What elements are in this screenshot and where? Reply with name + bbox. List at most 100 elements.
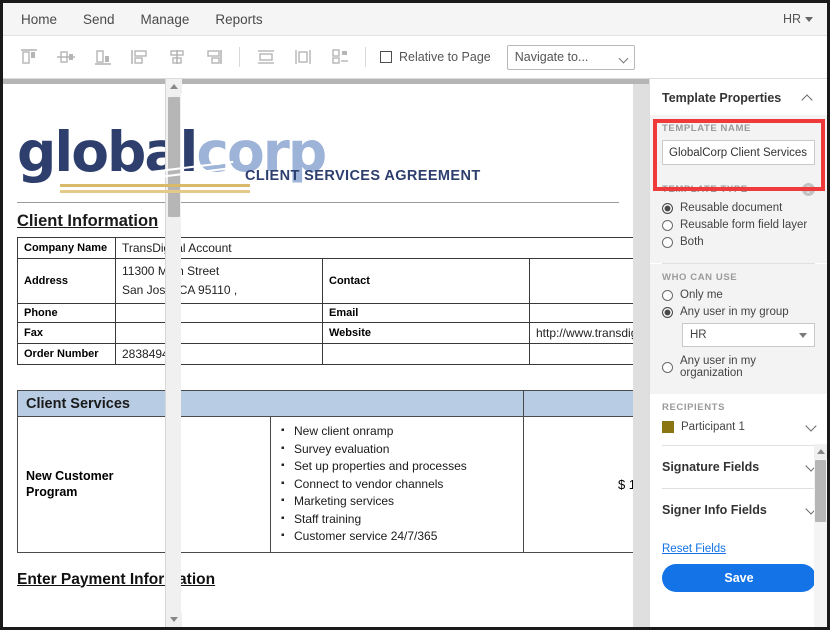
top-navigation-bar: Home Send Manage Reports HR (3, 3, 827, 36)
chevron-down-icon[interactable] (805, 419, 817, 432)
cell-value-address[interactable]: 11300 Main Street San Jose, CA 95110 , (115, 258, 323, 304)
recipients-caption: RECIPIENTS (662, 402, 815, 413)
cell-label-website: Website (322, 322, 530, 344)
scroll-down-arrow-icon[interactable] (166, 612, 182, 627)
cell-value-phone[interactable] (115, 303, 323, 323)
align-bottom-icon[interactable] (86, 42, 119, 72)
radio-label: Only me (680, 289, 723, 301)
align-right-icon[interactable] (197, 42, 230, 72)
address-line-2: San Jose, CA 95110 , (122, 283, 238, 297)
cell-value-fax[interactable] (115, 322, 323, 344)
nav-item-home[interactable]: Home (8, 3, 70, 36)
application-window: Home Send Manage Reports HR Relative to … (0, 0, 830, 630)
scroll-up-arrow-icon[interactable] (814, 444, 827, 459)
save-button[interactable]: Save (662, 564, 816, 592)
navigate-to-select[interactable]: Navigate to... (506, 44, 635, 70)
table-header-row: Client Services Investment (17, 390, 633, 417)
nav-item-manage[interactable]: Manage (128, 3, 203, 36)
table-row: Fax Website http://www.transdigitalcorp.… (17, 322, 633, 344)
recipients-group: RECIPIENTS Participant 1 (650, 394, 827, 445)
checkbox-box-icon (380, 51, 392, 63)
client-services-table: Client Services Investment New Customer … (17, 390, 633, 553)
cell-label-email: Email (322, 303, 530, 323)
document-scrollbar[interactable] (165, 79, 182, 627)
panel-scrollbar[interactable] (814, 444, 827, 627)
signer-info-fields-accordion[interactable]: Signer Info Fields (650, 489, 827, 531)
radio-both[interactable]: Both (662, 236, 815, 248)
template-type-caption: TEMPLATE TYPE ? (662, 183, 815, 196)
match-size-icon[interactable] (323, 42, 356, 72)
radio-label: Both (680, 236, 704, 248)
group-select-value: HR (690, 329, 707, 341)
cell-value-order-number[interactable]: 28384945 (115, 343, 323, 365)
panel-header[interactable]: Template Properties (650, 79, 827, 115)
help-icon[interactable]: ? (802, 183, 815, 196)
cell-label-company-name: Company Name (17, 237, 116, 259)
table-row: Order Number 28384945 (17, 343, 633, 365)
list-item: Marketing services (279, 492, 515, 511)
template-type-caption-text: TEMPLATE TYPE (662, 184, 748, 195)
align-middle-horizontal-icon[interactable] (49, 42, 82, 72)
cell-label-order-number: Order Number (17, 343, 116, 365)
radio-only-me[interactable]: Only me (662, 289, 815, 301)
radio-label: Reusable form field layer (680, 219, 808, 231)
scroll-up-arrow-icon[interactable] (166, 79, 182, 94)
nav-item-reports[interactable]: Reports (202, 3, 275, 36)
align-center-icon[interactable] (160, 42, 193, 72)
program-name-line-2: Program (26, 485, 78, 500)
table-row: Company Name TransDigital Account (17, 237, 633, 259)
table-row: Address 11300 Main Street San Jose, CA 9… (17, 258, 633, 304)
cell-value-blank[interactable] (529, 343, 633, 365)
list-item: New client onramp (279, 422, 515, 441)
radio-icon (662, 361, 673, 373)
radio-icon (662, 236, 673, 248)
template-name-caption: TEMPLATE NAME (662, 123, 815, 134)
cell-value-website[interactable]: http://www.transdigitalcorp.com (529, 322, 633, 344)
service-bullet-list: New client onramp Survey evaluation Set … (279, 422, 515, 546)
scrollbar-thumb[interactable] (815, 460, 826, 522)
program-name-line-1: New Customer (26, 469, 114, 484)
radio-any-user-in-my-group[interactable]: Any user in my group (662, 306, 815, 318)
recipient-participant-1[interactable]: Participant 1 (662, 419, 817, 435)
cell-value-email[interactable] (529, 303, 633, 323)
distribute-horizontal-icon[interactable] (249, 42, 282, 72)
panel-title: Template Properties (662, 91, 782, 105)
radio-icon (662, 289, 673, 301)
relative-to-page-checkbox[interactable]: Relative to Page (380, 50, 491, 64)
align-top-icon[interactable] (12, 42, 45, 72)
group-select[interactable]: HR (682, 323, 815, 347)
chevron-down-icon (618, 53, 629, 63)
reset-fields-link[interactable]: Reset Fields (662, 543, 815, 555)
client-information-heading: Client Information (17, 212, 159, 230)
list-item: Connect to vendor channels (279, 475, 515, 494)
radio-any-user-in-my-organization[interactable]: Any user in my organization (662, 355, 815, 379)
nav-item-send[interactable]: Send (70, 3, 128, 36)
radio-reusable-form-field-layer[interactable]: Reusable form field layer (662, 219, 815, 231)
template-name-input[interactable] (662, 140, 815, 165)
distribute-vertical-icon[interactable] (286, 42, 319, 72)
cell-value-company-name[interactable]: TransDigital Account (115, 237, 633, 259)
cell-program-name: New Customer Program (17, 416, 271, 553)
radio-label: Reusable document (680, 202, 783, 214)
signer-info-fields-label: Signer Info Fields (662, 503, 767, 517)
radio-label: Any user in my group (680, 306, 789, 318)
radio-icon-selected (662, 306, 673, 318)
who-can-use-caption: WHO CAN USE (662, 272, 815, 283)
template-name-caption-text: TEMPLATE NAME (662, 123, 751, 134)
signature-fields-accordion[interactable]: Signature Fields (650, 446, 827, 488)
recipient-name: Participant 1 (681, 421, 745, 433)
cell-value-contact[interactable] (529, 258, 633, 304)
toolbar-divider (239, 47, 240, 67)
radio-reusable-document[interactable]: Reusable document (662, 202, 815, 214)
cell-service-bullets: New client onramp Survey evaluation Set … (270, 416, 524, 553)
cell-label-fax: Fax (17, 322, 116, 344)
table-row: New Customer Program New client onramp S… (17, 416, 633, 553)
account-menu[interactable]: HR (783, 12, 813, 26)
chevron-down-icon (799, 332, 807, 338)
cell-label-blank (322, 343, 530, 365)
chevron-up-icon[interactable] (801, 93, 813, 106)
relative-to-page-label: Relative to Page (399, 50, 491, 64)
document-viewer: globalcorp CLIENT SERVICES AGREEMENT Cli… (3, 79, 649, 627)
scrollbar-thumb[interactable] (168, 97, 180, 217)
align-left-icon[interactable] (123, 42, 156, 72)
